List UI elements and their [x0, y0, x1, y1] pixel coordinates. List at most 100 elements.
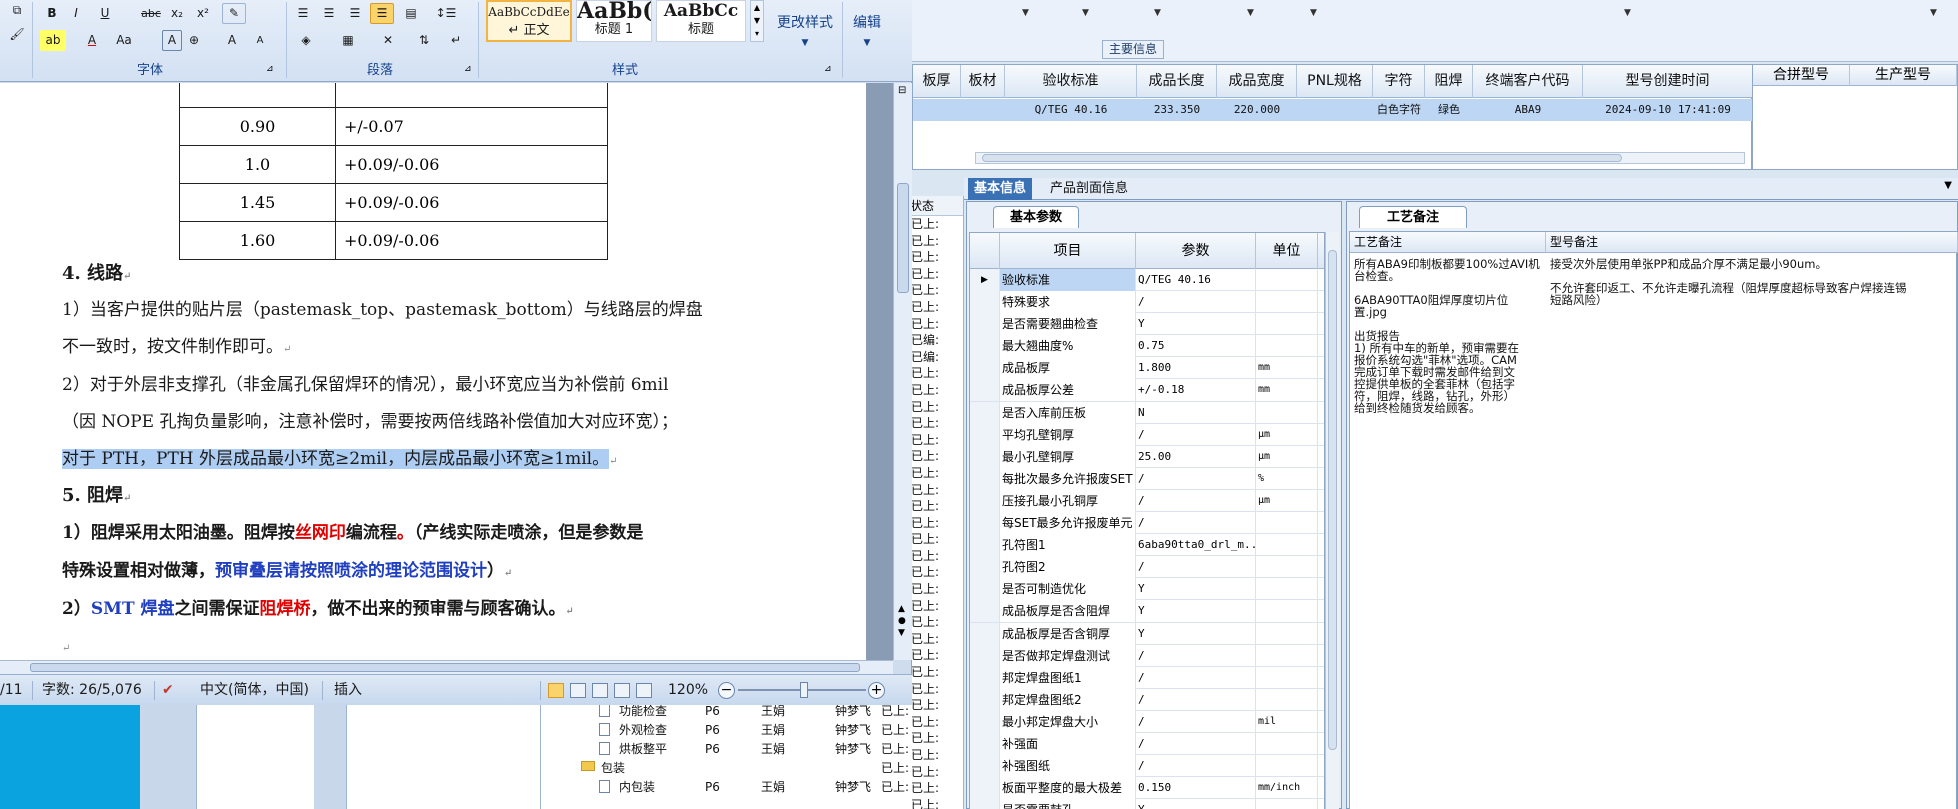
param-unit[interactable]: μm [1256, 423, 1318, 446]
model-grid-cell[interactable]: 2024-09-10 17:41:09 [1583, 99, 1753, 121]
word-count[interactable]: 字数: 26/5,076 [42, 675, 142, 706]
param-value[interactable]: / [1136, 666, 1256, 689]
format-painter-icon[interactable]: 🖌 [8, 24, 26, 45]
status-cell[interactable]: 已上: [908, 531, 963, 548]
tree-item[interactable]: 包装 已上: [541, 759, 911, 778]
zoom-out-icon[interactable]: − [718, 682, 735, 699]
param-unit[interactable]: mm [1256, 379, 1318, 402]
craft-notes-text[interactable]: 所有ABA9印制板都要100%过AVI机 台检查。 6ABA90TTA0阻焊厚度… [1354, 258, 1542, 414]
chevron-down-icon[interactable]: ▼ [1944, 180, 1952, 191]
params-table-row[interactable]: ▶ 验收标准 Q/TEG 40.16 [970, 269, 1324, 292]
param-value[interactable]: / [1136, 512, 1256, 535]
model-grid-column-header[interactable]: 板材 [961, 65, 1005, 98]
align-right-icon[interactable]: ☰ [344, 3, 366, 24]
superscript-button[interactable]: x² [192, 3, 214, 24]
paragraph-line[interactable]: （因 NOPE 孔掏负量影响，注意补偿时，需要按两倍线路补偿值加大对应环宽）； [62, 409, 678, 435]
table-cell-thickness[interactable]: 1.45 [179, 183, 336, 222]
tree-item[interactable]: 烘板整平 P6 王娟 钟梦飞 已上: [541, 740, 911, 759]
document-horizontal-scrollbar[interactable] [0, 660, 893, 674]
param-value[interactable]: / [1136, 732, 1256, 755]
params-table-row[interactable]: 成品板厚是否含阻焊 Y [970, 600, 1324, 623]
dialog-launcher-icon[interactable]: ⊿ [266, 64, 274, 74]
model-grid-cell[interactable]: Q/TEG 40.16 [1005, 99, 1137, 121]
status-cell[interactable]: 已上: [908, 581, 963, 598]
tab-basic-info[interactable]: 基本信息 [968, 178, 1033, 200]
status-cell[interactable]: 已上: [908, 664, 963, 681]
section-heading[interactable]: 4. 线路↵ [62, 261, 131, 290]
model-notes-text[interactable]: 接受次外层使用单张PP和成品介厚不满足最小90um。 不允许套印返工、不允许走曝… [1550, 258, 1954, 306]
row-indicator[interactable] [970, 467, 1000, 490]
params-table-row[interactable]: 最大翘曲度% 0.75 [970, 335, 1324, 358]
param-value[interactable]: Q/TEG 40.16 [1136, 269, 1256, 291]
param-value[interactable]: / [1136, 710, 1256, 733]
italic-button[interactable]: I [66, 3, 86, 24]
params-table-row[interactable]: 邦定焊盘图纸1/ [970, 666, 1324, 689]
table-cell-tolerance[interactable]: +0.09/-0.06 [335, 183, 608, 222]
row-indicator[interactable] [970, 379, 1000, 402]
params-table-row[interactable]: 最小孔壁铜厚 25.00 μm [970, 445, 1324, 468]
param-column-header[interactable]: 参数 [1136, 233, 1256, 269]
status-cell[interactable]: 已上: [908, 448, 963, 465]
row-indicator[interactable] [970, 423, 1000, 446]
page-indicator[interactable]: /11 [0, 675, 23, 706]
param-unit[interactable] [1256, 799, 1318, 809]
outline-view-icon[interactable] [614, 683, 630, 698]
param-value[interactable]: / [1136, 489, 1256, 512]
row-indicator[interactable] [970, 313, 1000, 336]
status-cell[interactable]: 已上: [908, 598, 963, 615]
zoom-slider-handle[interactable] [800, 682, 808, 698]
borders-icon[interactable]: ▦ [334, 30, 362, 51]
row-indicator[interactable] [970, 534, 1000, 557]
status-cell[interactable]: 已上: [908, 614, 963, 631]
param-value[interactable]: / [1136, 644, 1256, 667]
params-table-row[interactable]: 是否做邦定焊盘测试 / [970, 644, 1324, 667]
row-indicator[interactable] [970, 445, 1000, 468]
style-normal[interactable]: AaBbCcDdEe ↵ 正文 [486, 0, 572, 42]
param-item[interactable]: 是否做邦定焊盘测试 [1000, 644, 1136, 667]
row-indicator[interactable] [970, 688, 1000, 711]
table-cell-tolerance[interactable]: +/-0.07 [335, 107, 608, 146]
param-unit[interactable] [1256, 556, 1318, 579]
status-cell[interactable]: 已上: [908, 282, 963, 299]
bold-button[interactable]: B [42, 3, 62, 24]
align-center-icon[interactable]: ☰ [318, 3, 340, 24]
param-item[interactable]: 压接孔最小孔铜厚 [1000, 489, 1136, 512]
param-unit[interactable]: μm [1256, 489, 1318, 512]
param-item[interactable]: 成品板厚公差 [1000, 379, 1136, 402]
chevron-down-icon[interactable]: ▼ [1624, 8, 1631, 18]
paragraph-line[interactable]: 不一致时，按文件制作即可。↵ [62, 334, 291, 363]
param-value[interactable]: N [1136, 401, 1256, 424]
status-cell[interactable]: 已上: [908, 432, 963, 449]
params-table-row[interactable]: 补强面 / [970, 732, 1324, 756]
model-grid-cell[interactable]: 220.000 [1217, 99, 1297, 121]
param-unit[interactable] [1256, 600, 1318, 623]
paragraph-line[interactable]: 特殊设置相对做薄，预审叠层请按照喷涂的理论范围设计）↵ [62, 558, 512, 587]
table-cell-thickness[interactable]: 1.60 [179, 221, 336, 260]
chevron-down-icon[interactable]: ▼ [1082, 8, 1089, 18]
model-grid-column-header[interactable]: 阻焊 [1425, 65, 1473, 98]
scrollbar-thumb[interactable] [897, 183, 909, 293]
param-item[interactable]: 特殊要求 [1000, 291, 1136, 314]
params-table-row[interactable]: 孔符图1 6aba90tta0_drl_m... [970, 534, 1324, 557]
language-indicator[interactable]: 中文(简体，中国) [200, 675, 309, 706]
status-cell[interactable]: 已编: [908, 332, 963, 349]
model-grid-row[interactable]: Q/TEG 40.16 233.350 220.000 白色字符 绿色 ABA9 2024-… [913, 99, 1753, 121]
param-unit[interactable] [1256, 578, 1318, 601]
param-item[interactable]: 是否入库前压板 [1000, 401, 1136, 424]
status-cell[interactable]: 已上: [908, 249, 963, 266]
param-value[interactable]: 6aba90tta0_drl_m... [1136, 534, 1256, 557]
table-cell[interactable] [335, 83, 608, 108]
model-grid-cell[interactable]: 绿色 [1425, 99, 1473, 121]
selected-paragraph-line[interactable]: 对于 PTH，PTH 外层成品最小环宽≥2mil，内层成品最小环宽≥1mil。↵ [62, 446, 618, 475]
param-unit[interactable] [1256, 622, 1318, 645]
status-cell[interactable]: 已上: [908, 681, 963, 698]
section-heading[interactable]: 5. 阻焊↵ [62, 483, 131, 512]
paragraph-line[interactable]: 2）对于外层非支撑孔（非金属孔保留焊环的情况），最小环宽应当为补偿前 6mil [62, 372, 669, 398]
row-indicator[interactable] [970, 710, 1000, 733]
status-cell[interactable]: 已上: [908, 647, 963, 664]
param-unit[interactable]: mil [1256, 710, 1318, 733]
param-unit[interactable] [1256, 401, 1318, 424]
model-grid-cell[interactable]: ABA9 [1473, 99, 1583, 121]
status-cell[interactable]: 已上: [908, 697, 963, 714]
param-item[interactable]: 最小邦定焊盘大小 [1000, 710, 1136, 733]
